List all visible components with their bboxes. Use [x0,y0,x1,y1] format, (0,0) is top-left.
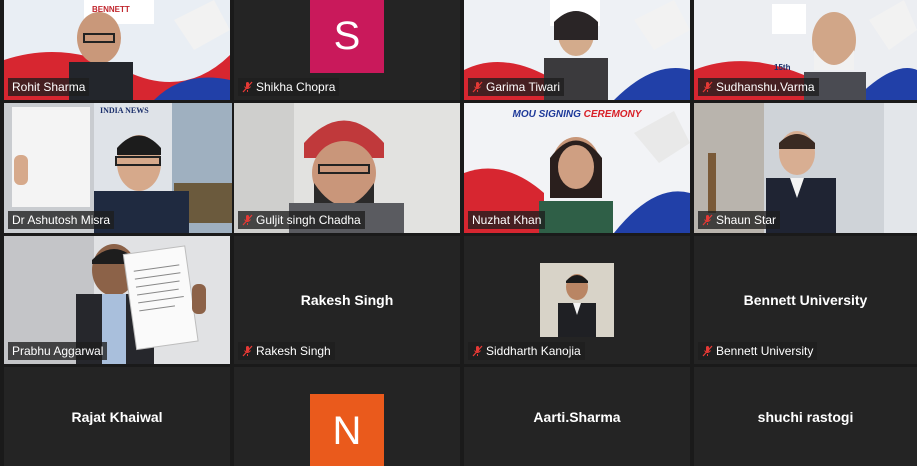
participant-profile-photo [540,263,614,337]
mic-muted-icon [242,345,253,357]
participant-name-tag: Garima Tiwari [468,78,565,96]
participant-name-tag: Guljit singh Chadha [238,211,365,229]
participant-tile[interactable]: Guljit singh Chadha [234,103,460,233]
participant-tile[interactable]: MOU SIGNING CEREMONY Nuzhat Khan [464,103,690,233]
video-grid: BENNETT Rohit Sharma S Shikha Chopra Gar… [0,0,917,466]
participant-display-name: shuchi rastogi [757,408,854,425]
participant-tile[interactable]: Bennett University Bennett University [694,236,917,364]
participant-name-tag: Prabhu Aggarwal [8,342,108,360]
participant-name-tag: Bennett University [698,342,818,360]
participant-name-tag: Rakesh Singh [238,342,335,360]
participant-display-name: Rajat Khaiwal [71,408,163,425]
participant-tile[interactable]: Shaun Star [694,103,917,233]
participant-name-tag: Nuzhat Khan [468,211,546,229]
banner-title: MOU SIGNING CEREMONY [512,109,642,120]
participant-tile-active-speaker[interactable]: INDIA NEWS Dr Ashutosh Misra [4,103,232,233]
participant-name-tag: Shikha Chopra [238,78,340,96]
participant-tile[interactable]: 15th Sudhanshu.Varma [694,0,917,100]
mic-muted-icon [702,345,713,357]
participant-tile[interactable]: Rajat Khaiwal [4,367,230,466]
participant-tile[interactable]: S Shikha Chopra [234,0,460,100]
participant-tile[interactable]: Garima Tiwari [464,0,690,100]
participant-name-tag: Dr Ashutosh Misra [8,211,115,229]
participant-name-tag: Shaun Star [698,211,781,229]
participant-avatar: S [310,0,384,73]
mic-muted-icon [702,81,713,93]
mic-muted-icon [242,81,253,93]
mic-muted-icon [472,345,483,357]
participant-tile[interactable]: Prabhu Aggarwal [4,236,230,364]
svg-text:15th: 15th [774,63,791,72]
svg-text:INDIA NEWS: INDIA NEWS [100,106,149,115]
participant-name-tag: Sudhanshu.Varma [698,78,819,96]
participant-name-tag: Siddharth Kanojia [468,342,585,360]
participant-display-name: Aarti.Sharma [533,408,621,425]
mic-muted-icon [472,81,483,93]
participant-tile[interactable]: Rakesh Singh Rakesh Singh [234,236,460,364]
mic-muted-icon [242,214,253,226]
participant-tile[interactable]: Aarti.Sharma [464,367,690,466]
participant-tile[interactable]: shuchi rastogi [694,367,917,466]
mic-muted-icon [702,214,713,226]
participant-avatar: N [310,394,384,466]
participant-tile[interactable]: BENNETT Rohit Sharma [4,0,230,100]
participant-tile[interactable]: Siddharth Kanojia [464,236,690,364]
participant-tile[interactable]: N [234,367,460,466]
participant-display-name: Bennett University [743,292,868,308]
participant-name-tag: Rohit Sharma [8,78,90,96]
participant-display-name: Rakesh Singh [300,292,394,308]
